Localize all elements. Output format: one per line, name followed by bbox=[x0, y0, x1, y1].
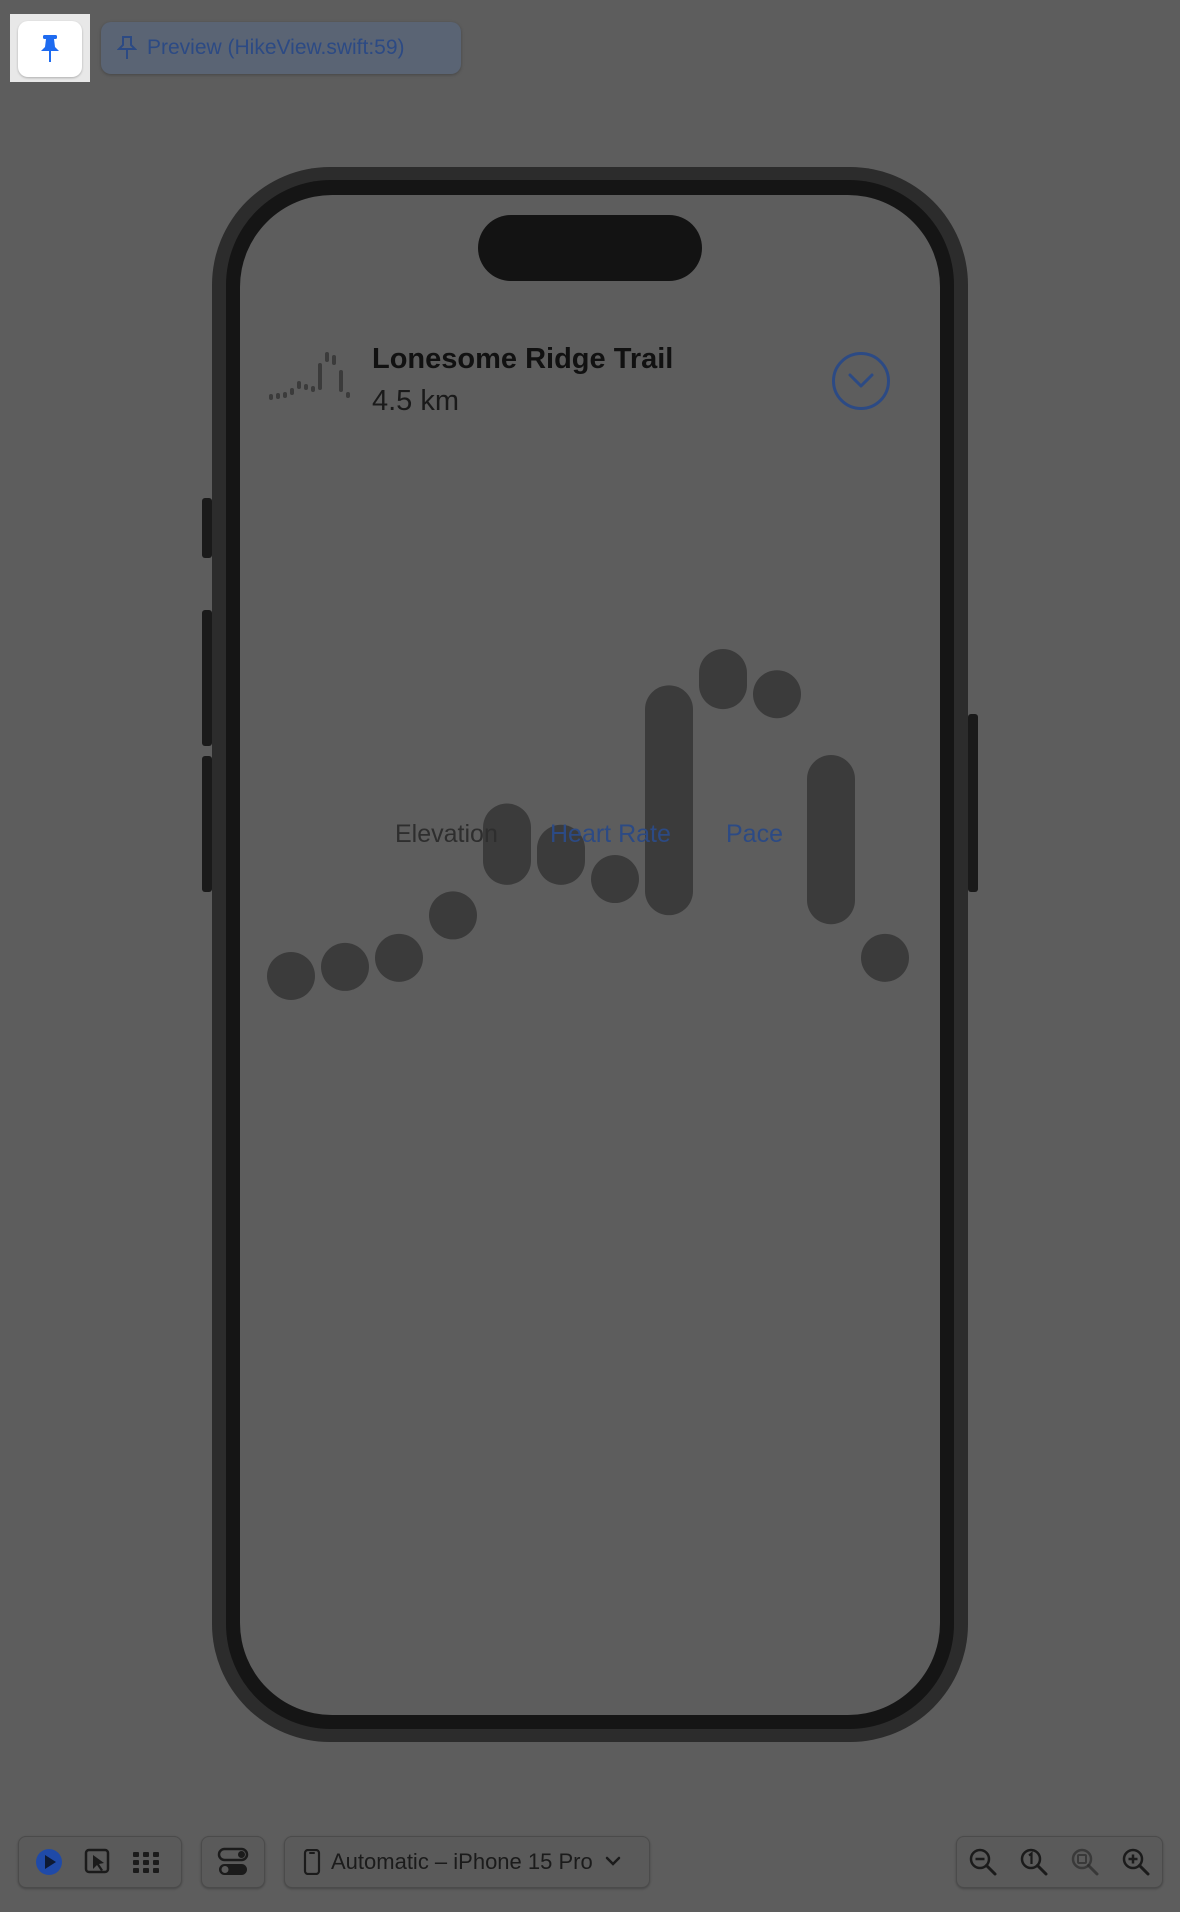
pin-button[interactable] bbox=[18, 21, 82, 77]
device-settings-button[interactable] bbox=[201, 1836, 265, 1888]
select-mode-icon[interactable] bbox=[83, 1847, 113, 1877]
chart-bar bbox=[861, 933, 909, 982]
tab-heart-rate[interactable]: Heart Rate bbox=[550, 820, 671, 849]
tab-pace[interactable]: Pace bbox=[726, 820, 783, 849]
chart-bar bbox=[375, 933, 423, 982]
elevation-sparkline-icon bbox=[269, 352, 350, 400]
power-button bbox=[968, 714, 978, 892]
pin-outline-icon bbox=[117, 36, 137, 59]
zoom-actual-size-icon[interactable] bbox=[1019, 1847, 1049, 1877]
expand-details-button[interactable] bbox=[832, 352, 890, 410]
chart-bar bbox=[591, 855, 639, 904]
device-label: Automatic – iPhone 15 Pro bbox=[331, 1849, 593, 1874]
zoom-controls bbox=[956, 1836, 1163, 1888]
pin-button-frame bbox=[10, 14, 90, 82]
zoom-to-fit-icon[interactable] bbox=[1070, 1847, 1100, 1877]
chart-bar bbox=[267, 952, 315, 1000]
phone-screen: Lonesome Ridge Trail 4.5 km Elevation He… bbox=[240, 195, 940, 1715]
action-button bbox=[202, 498, 212, 558]
preview-mode-group bbox=[18, 1836, 182, 1888]
volume-down-button bbox=[202, 756, 212, 892]
elevation-range-chart bbox=[267, 649, 909, 1000]
chart-bar bbox=[807, 755, 855, 925]
chart-bar bbox=[699, 649, 747, 710]
zoom-in-icon[interactable] bbox=[1121, 1847, 1151, 1877]
zoom-out-icon[interactable] bbox=[968, 1847, 998, 1877]
preview-title: Preview (HikeView.swift:59) bbox=[147, 36, 405, 59]
live-mode-icon[interactable] bbox=[33, 1846, 65, 1878]
device-settings-icon bbox=[217, 1847, 249, 1875]
chart-bar bbox=[645, 685, 693, 916]
dynamic-island bbox=[478, 215, 702, 281]
hike-title: Lonesome Ridge Trail bbox=[372, 343, 674, 375]
chevron-down-icon bbox=[605, 1856, 620, 1866]
tab-elevation[interactable]: Elevation bbox=[395, 820, 498, 849]
chart-bar bbox=[429, 891, 477, 940]
chart-bar bbox=[321, 942, 369, 991]
chevron-down-icon bbox=[848, 373, 874, 388]
preview-tab[interactable]: Preview (HikeView.swift:59) bbox=[101, 22, 461, 74]
chart-bar bbox=[753, 670, 801, 719]
hike-distance: 4.5 km bbox=[372, 385, 460, 417]
device-picker[interactable]: Automatic – iPhone 15 Pro bbox=[284, 1836, 650, 1888]
iphone-icon bbox=[303, 1849, 321, 1875]
variants-grid-icon[interactable] bbox=[131, 1849, 161, 1875]
pin-icon bbox=[41, 35, 59, 62]
volume-up-button bbox=[202, 610, 212, 746]
